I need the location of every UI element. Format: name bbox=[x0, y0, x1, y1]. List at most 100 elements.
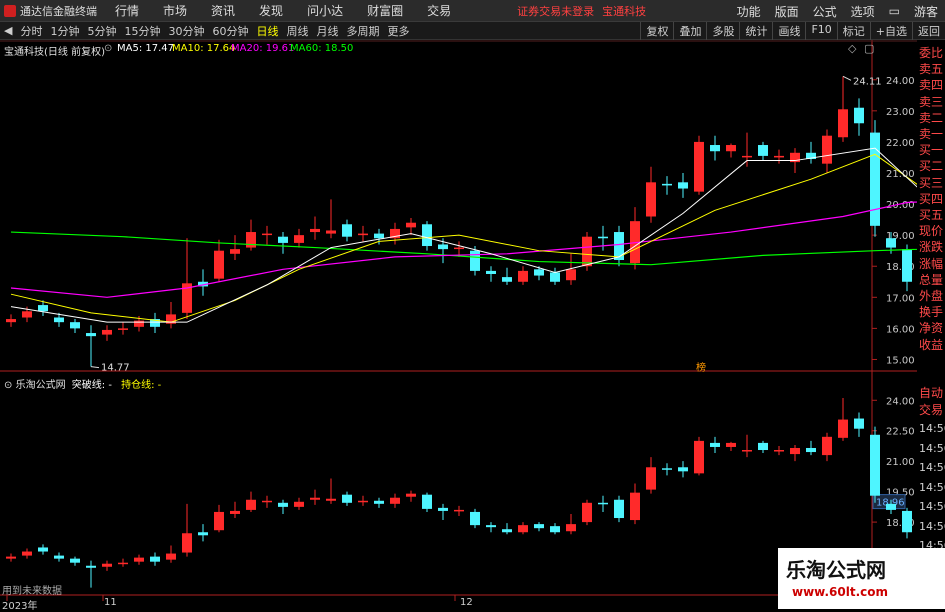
period-monthly[interactable]: 月线 bbox=[312, 23, 342, 39]
side-label-13: 涨幅 bbox=[919, 256, 944, 271]
main-candle-body-38 bbox=[614, 232, 624, 261]
sub-candle-body-38 bbox=[614, 499, 624, 519]
candlestick-chart[interactable]: 15.0016.0017.0018.0019.0020.0021.0022.00… bbox=[0, 40, 917, 609]
side-sub-label-0: 自动 bbox=[919, 386, 944, 400]
side-label-3: 卖三 bbox=[919, 94, 944, 109]
ma60-legend: MA60: 18.50 bbox=[290, 43, 354, 54]
btn-stats[interactable]: 统计 bbox=[739, 22, 772, 40]
sub-candle-body-32 bbox=[518, 525, 528, 533]
sub-candle-body-21 bbox=[342, 494, 352, 503]
main-candle-body-52 bbox=[838, 109, 848, 138]
btn-draw[interactable]: 画线 bbox=[772, 22, 805, 40]
event-marker[interactable]: 榜 bbox=[696, 359, 706, 374]
sub-candle-body-15 bbox=[246, 499, 256, 510]
period-15min[interactable]: 15分钟 bbox=[120, 23, 164, 39]
main-candle-body-35 bbox=[566, 269, 576, 281]
xlabel-year: 2023年 bbox=[2, 601, 38, 612]
main-tick-label-7: 22.00 bbox=[886, 138, 915, 149]
period-60min[interactable]: 60分钟 bbox=[208, 23, 252, 39]
period-weekly[interactable]: 周线 bbox=[282, 23, 312, 39]
main-candle-body-46 bbox=[742, 155, 752, 158]
btn-f10[interactable]: F10 bbox=[805, 22, 836, 40]
sub-candle-body-46 bbox=[742, 450, 752, 452]
side-time-3: 14:56 bbox=[919, 480, 945, 494]
main-candle-body-29 bbox=[470, 250, 480, 271]
sub-candle-body-2 bbox=[38, 547, 48, 552]
sub-candle-body-42 bbox=[678, 467, 688, 472]
main-candle-body-0 bbox=[6, 319, 16, 323]
sub-candle-body-45 bbox=[726, 442, 736, 447]
sub-candle-body-33 bbox=[534, 524, 544, 529]
period-multi[interactable]: 多周期 bbox=[342, 23, 383, 39]
ma5-legend: MA5: 17.47 bbox=[117, 43, 175, 54]
toolbar-collapse-icon[interactable]: ◀ bbox=[0, 24, 16, 37]
main-candle-body-13 bbox=[214, 250, 224, 279]
sub-collapse-icon[interactable]: ⊙ bbox=[4, 380, 12, 391]
main-candle-body-17 bbox=[278, 236, 288, 243]
btn-overlay[interactable]: 叠加 bbox=[673, 22, 706, 40]
security-title: 宝通科技(日线 前复权) bbox=[4, 47, 105, 58]
menu-news[interactable]: 资讯 bbox=[211, 2, 235, 19]
btn-multi-stock[interactable]: 多股 bbox=[706, 22, 739, 40]
menu-function[interactable]: 功能 bbox=[737, 3, 761, 20]
btn-back[interactable]: 返回 bbox=[912, 22, 945, 40]
menu-market[interactable]: 市场 bbox=[163, 2, 187, 19]
sub-candle-body-7 bbox=[118, 562, 128, 565]
menu-trade[interactable]: 交易 bbox=[427, 2, 451, 19]
sub-candle-body-24 bbox=[390, 497, 400, 504]
side-time-0: 14:56 bbox=[919, 422, 945, 435]
main-candle-body-55 bbox=[886, 238, 896, 248]
menu-quotes[interactable]: 行情 bbox=[115, 2, 139, 19]
main-candle-body-32 bbox=[518, 270, 528, 282]
side-label-18: 收益 bbox=[919, 337, 944, 352]
main-candle-body-33 bbox=[534, 269, 544, 276]
main-tick-label-6: 21.00 bbox=[886, 169, 915, 180]
menu-options[interactable]: 选项 bbox=[851, 3, 875, 20]
side-label-4: 卖二 bbox=[919, 110, 944, 125]
menu-layout[interactable]: 版面 bbox=[775, 3, 799, 20]
high-annotation-label: 24.11 bbox=[853, 76, 882, 87]
period-toolbar: ◀ 分时 1分钟 5分钟 15分钟 30分钟 60分钟 日线 周线 月线 多周期… bbox=[0, 22, 945, 40]
sub-candle-body-27 bbox=[438, 507, 448, 511]
main-candle-body-18 bbox=[294, 235, 304, 243]
settings-gear-icon[interactable]: ⊙ bbox=[104, 43, 112, 54]
panel-expand-icon[interactable]: ▢ bbox=[864, 42, 874, 55]
menu-discover[interactable]: 发现 bbox=[259, 2, 283, 19]
menu-wealth[interactable]: 财富圈 bbox=[367, 2, 403, 19]
period-30min[interactable]: 30分钟 bbox=[164, 23, 208, 39]
period-1min[interactable]: 1分钟 bbox=[46, 23, 83, 39]
main-candle-body-14 bbox=[230, 249, 240, 254]
side-label-0: 委比 bbox=[919, 46, 944, 60]
sub-candle-body-51 bbox=[822, 436, 832, 456]
panel-diamond-icon[interactable]: ◇ bbox=[848, 42, 856, 55]
period-5min[interactable]: 5分钟 bbox=[83, 23, 120, 39]
period-daily[interactable]: 日线 bbox=[252, 23, 282, 39]
sub-candle-body-19 bbox=[310, 497, 320, 500]
minimize-icon[interactable]: ▭ bbox=[889, 4, 900, 18]
btn-add-watch[interactable]: +自选 bbox=[869, 22, 912, 40]
main-candle-body-2 bbox=[38, 305, 48, 312]
low-annotation-arrow bbox=[90, 366, 100, 369]
main-candle-body-48 bbox=[774, 155, 784, 158]
sub-candle-body-55 bbox=[886, 503, 896, 510]
login-notice[interactable]: 证券交易未登录 bbox=[517, 3, 594, 19]
sub-candle-body-47 bbox=[758, 442, 768, 451]
sub-tick-label-3: 22.50 bbox=[886, 427, 915, 438]
main-candle-body-31 bbox=[502, 277, 512, 282]
btn-mark[interactable]: 标记 bbox=[836, 22, 870, 40]
menu-xiaoda[interactable]: 问小达 bbox=[307, 2, 343, 19]
sub-candle-body-28 bbox=[454, 509, 464, 512]
btn-adjust[interactable]: 复权 bbox=[640, 22, 673, 40]
main-candle-body-4 bbox=[70, 322, 80, 329]
main-candle-body-23 bbox=[374, 233, 384, 239]
main-candle-body-22 bbox=[358, 233, 368, 236]
period-more[interactable]: 更多 bbox=[383, 23, 413, 39]
menu-formula[interactable]: 公式 bbox=[813, 3, 837, 20]
side-label-17: 净资 bbox=[919, 321, 944, 336]
guest-user[interactable]: 游客 bbox=[914, 3, 938, 20]
period-intraday[interactable]: 分时 bbox=[16, 23, 46, 39]
sub-candle-body-39 bbox=[630, 492, 640, 521]
main-candle-body-44 bbox=[710, 145, 720, 152]
main-candle-body-34 bbox=[550, 272, 560, 282]
xlabel-dec: 12 bbox=[460, 597, 473, 608]
